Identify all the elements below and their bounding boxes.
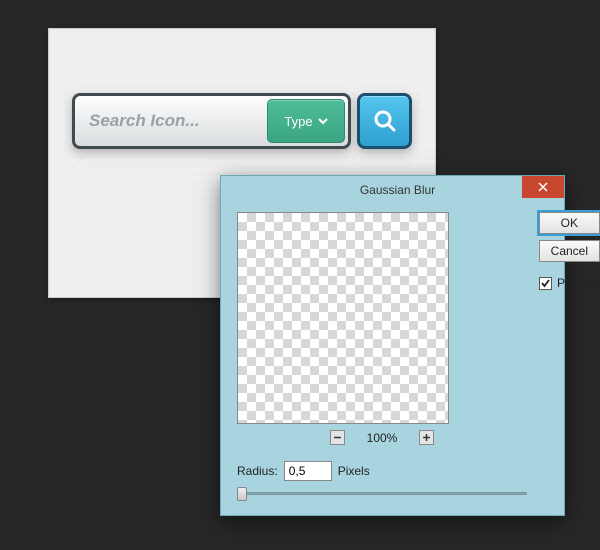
preview-checkbox[interactable] (539, 277, 552, 290)
gaussian-blur-dialog: Gaussian Blur 100% Radius: Pixels (220, 175, 565, 516)
close-button[interactable] (522, 176, 564, 198)
zoom-out-button[interactable] (330, 430, 345, 445)
search-bar: Search Icon... Type (72, 93, 412, 149)
dialog-body: 100% Radius: Pixels OK Cancel (221, 204, 564, 515)
radius-input[interactable] (284, 461, 332, 481)
slider-track (237, 492, 527, 495)
zoom-value: 100% (367, 431, 398, 445)
close-icon (538, 182, 548, 192)
dialog-title: Gaussian Blur (231, 183, 564, 197)
preview-column: 100% Radius: Pixels (237, 212, 527, 501)
preview-label: Preview (557, 276, 600, 290)
radius-row: Radius: Pixels (237, 461, 527, 481)
zoom-controls: 100% (237, 430, 527, 445)
radius-label: Radius: (237, 464, 278, 478)
search-box: Search Icon... Type (72, 93, 351, 149)
search-button[interactable] (357, 93, 412, 149)
search-input[interactable]: Search Icon... (75, 96, 264, 146)
check-icon (540, 278, 551, 289)
preview-area[interactable] (237, 212, 449, 424)
type-dropdown[interactable]: Type (267, 99, 345, 143)
chevron-down-icon (318, 116, 328, 126)
titlebar[interactable]: Gaussian Blur (221, 176, 564, 204)
minus-icon (333, 433, 342, 442)
button-column: OK Cancel Preview (539, 212, 600, 501)
slider-thumb[interactable] (237, 487, 247, 501)
type-label: Type (284, 114, 312, 129)
cancel-button[interactable]: Cancel (539, 240, 600, 262)
zoom-in-button[interactable] (419, 430, 434, 445)
search-icon (372, 108, 398, 134)
ok-button[interactable]: OK (539, 212, 600, 234)
preview-checkbox-row: Preview (539, 276, 600, 290)
plus-icon (422, 433, 431, 442)
radius-slider[interactable] (237, 487, 527, 501)
radius-unit: Pixels (338, 464, 370, 478)
